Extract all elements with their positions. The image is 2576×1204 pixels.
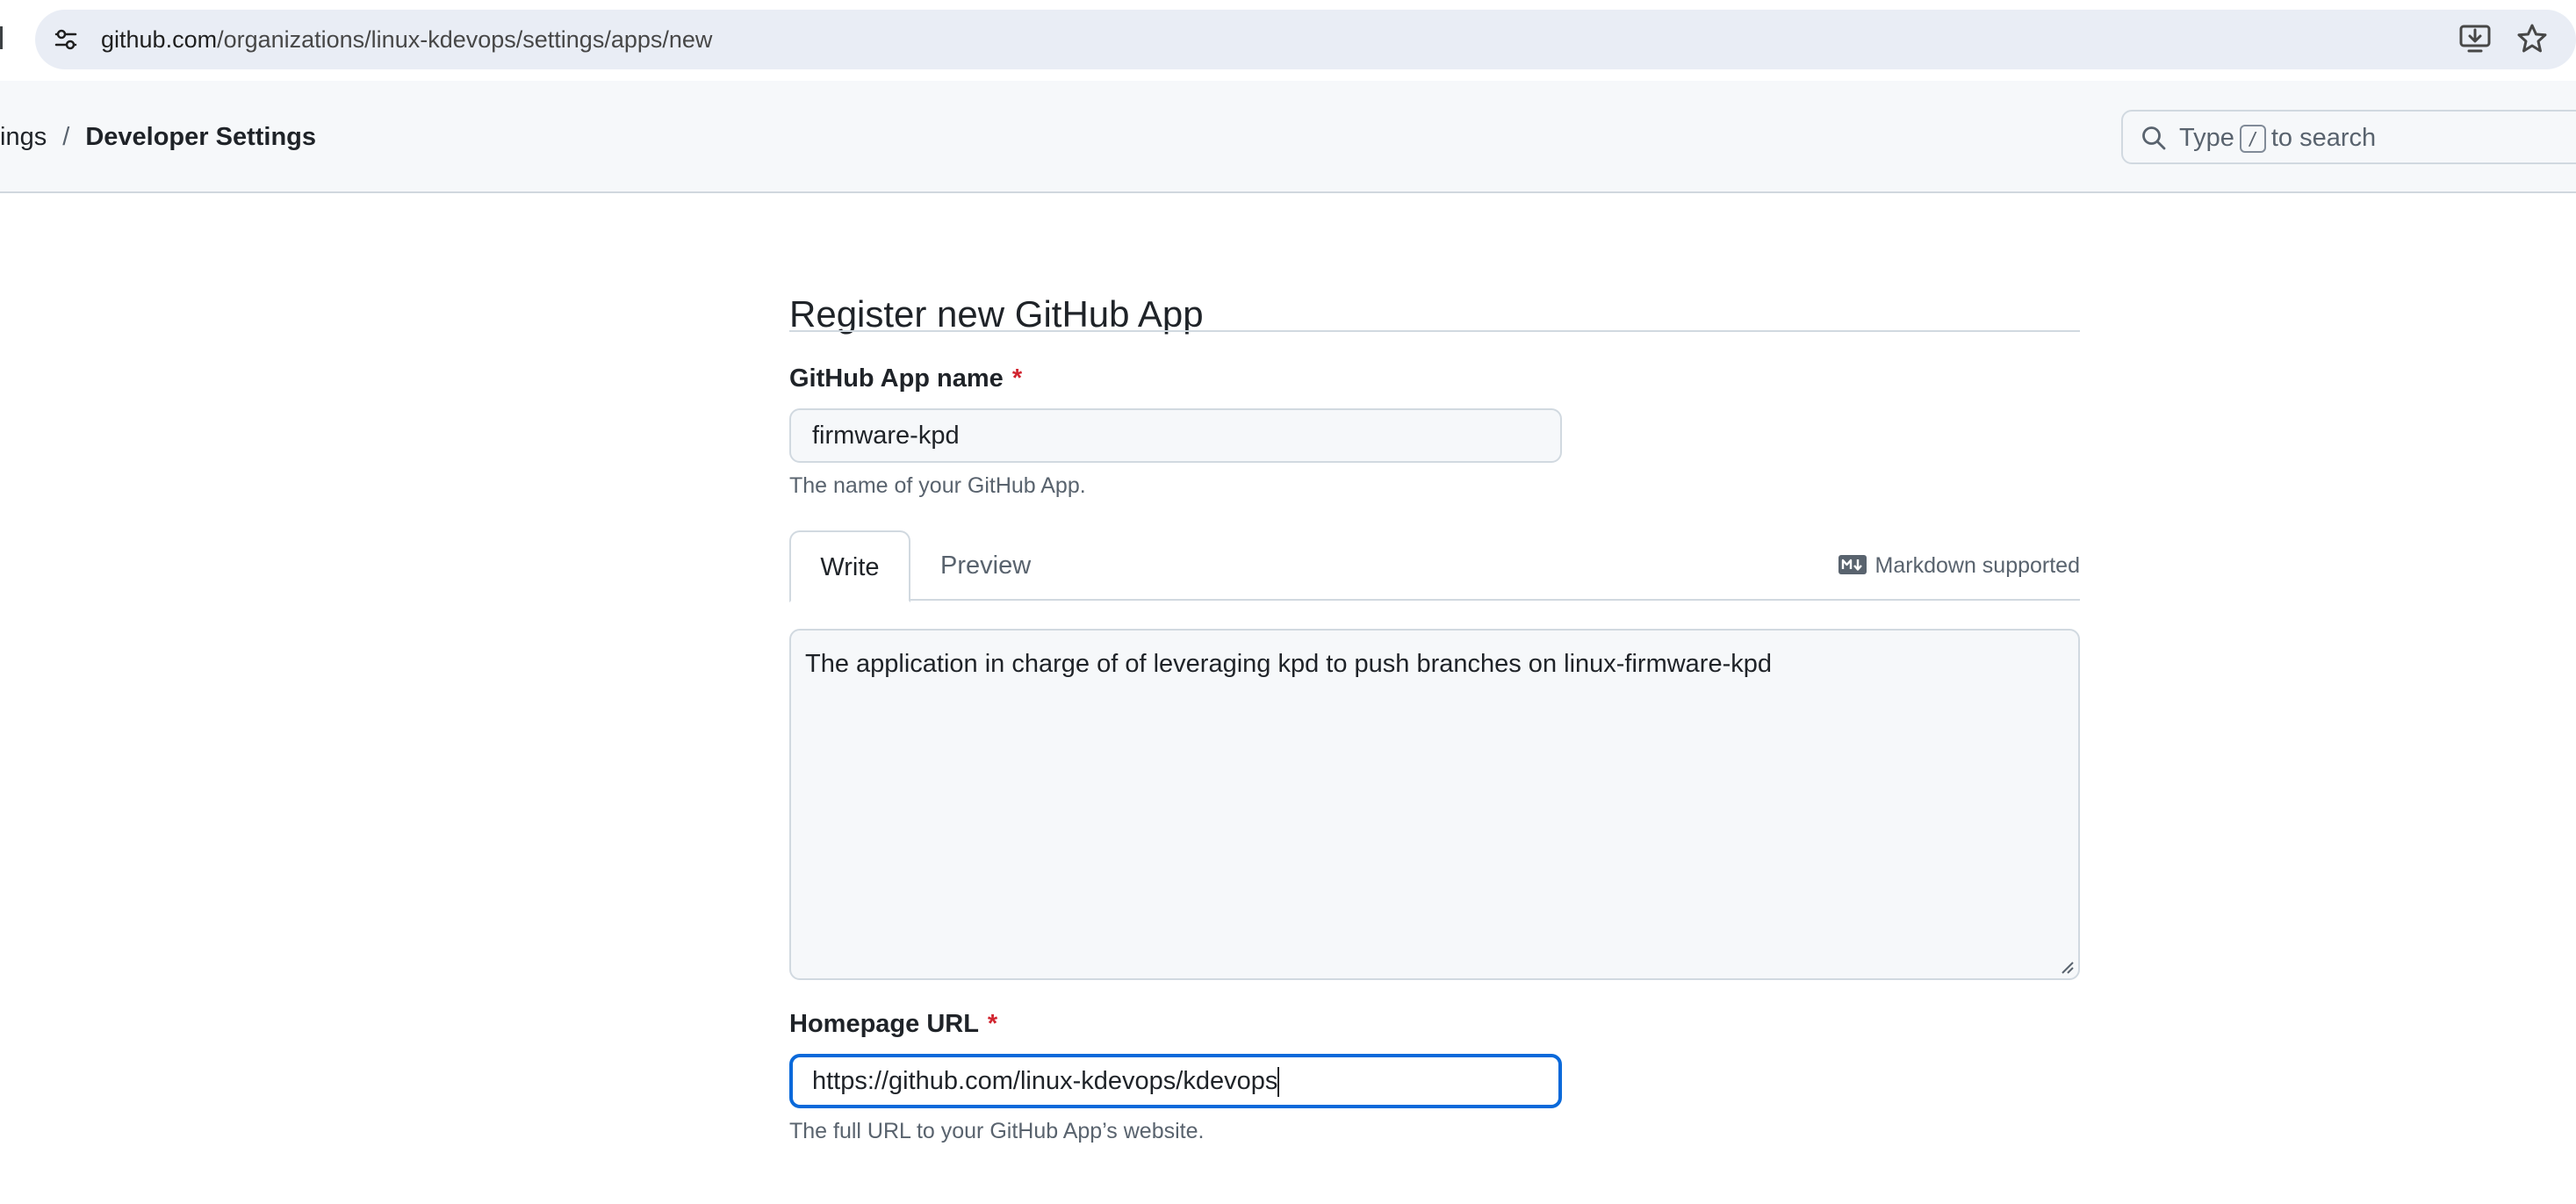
homepage-url-label: Homepage URL *	[789, 1006, 997, 1042]
tune-icon[interactable]	[53, 26, 79, 53]
markdown-supported-link[interactable]: Markdown supported	[1838, 550, 2080, 581]
description-tabs: Write Preview Markdown supported	[789, 530, 2080, 602]
page-title: Register new GitHub App	[789, 293, 1204, 335]
homepage-url-hint: The full URL to your GitHub App’s websit…	[789, 1119, 1205, 1143]
search-input[interactable]: Type / to search	[2121, 110, 2576, 164]
install-app-icon[interactable]	[2458, 23, 2492, 54]
app-name-value: firmware-kpd	[812, 422, 960, 450]
search-prefix: Type	[2179, 124, 2234, 152]
text-cursor	[1277, 1067, 1280, 1098]
url-text[interactable]: github.com/organizations/linux-kdevops/s…	[101, 19, 712, 60]
search-suffix: to search	[2270, 124, 2377, 152]
app-name-label-text: GitHub App name	[789, 364, 1004, 393]
markdown-hint-text: Markdown supported	[1874, 553, 2080, 578]
tab-preview[interactable]: Preview	[940, 530, 1031, 602]
breadcrumb-settings-link[interactable]: tings	[0, 123, 47, 151]
tab-strip-edge	[0, 26, 3, 49]
search-shortcut-key: /	[2239, 125, 2266, 154]
markdown-icon	[1838, 555, 1867, 574]
homepage-url-label-text: Homepage URL	[789, 1010, 979, 1038]
tab-write[interactable]: Write	[789, 530, 910, 602]
url-host: github.com	[101, 26, 218, 53]
homepage-url-value: https://github.com/linux-kdevops/kdevops	[812, 1067, 1278, 1095]
github-header: tings/Developer Settings Type/to search	[0, 81, 2576, 193]
app-name-field[interactable]: firmware-kpd	[789, 408, 1562, 463]
url-path: /organizations/linux-kdevops/settings/ap…	[217, 26, 713, 53]
breadcrumb-developer-settings[interactable]: Developer Settings	[85, 123, 316, 151]
app-name-label: GitHub App name *	[789, 361, 1022, 396]
breadcrumb-separator: /	[62, 123, 70, 151]
description-value: The application in charge of of leveragi…	[805, 650, 1773, 678]
required-mark: *	[1011, 364, 1023, 393]
title-divider	[789, 330, 2080, 332]
homepage-url-field[interactable]: https://github.com/linux-kdevops/kdevops	[789, 1054, 1562, 1108]
resize-handle-icon[interactable]	[2059, 959, 2075, 975]
search-placeholder: Type / to search	[2179, 120, 2376, 155]
search-icon	[2142, 126, 2166, 150]
description-textarea[interactable]: The application in charge of of leveragi…	[789, 629, 2080, 980]
browser-toolbar: github.com/organizations/linux-kdevops/s…	[0, 0, 2576, 81]
breadcrumb: tings / Developer Settings	[0, 119, 316, 155]
required-mark: *	[987, 1010, 998, 1038]
star-icon[interactable]	[2516, 23, 2548, 54]
app-name-hint: The name of your GitHub App.	[789, 473, 1086, 498]
